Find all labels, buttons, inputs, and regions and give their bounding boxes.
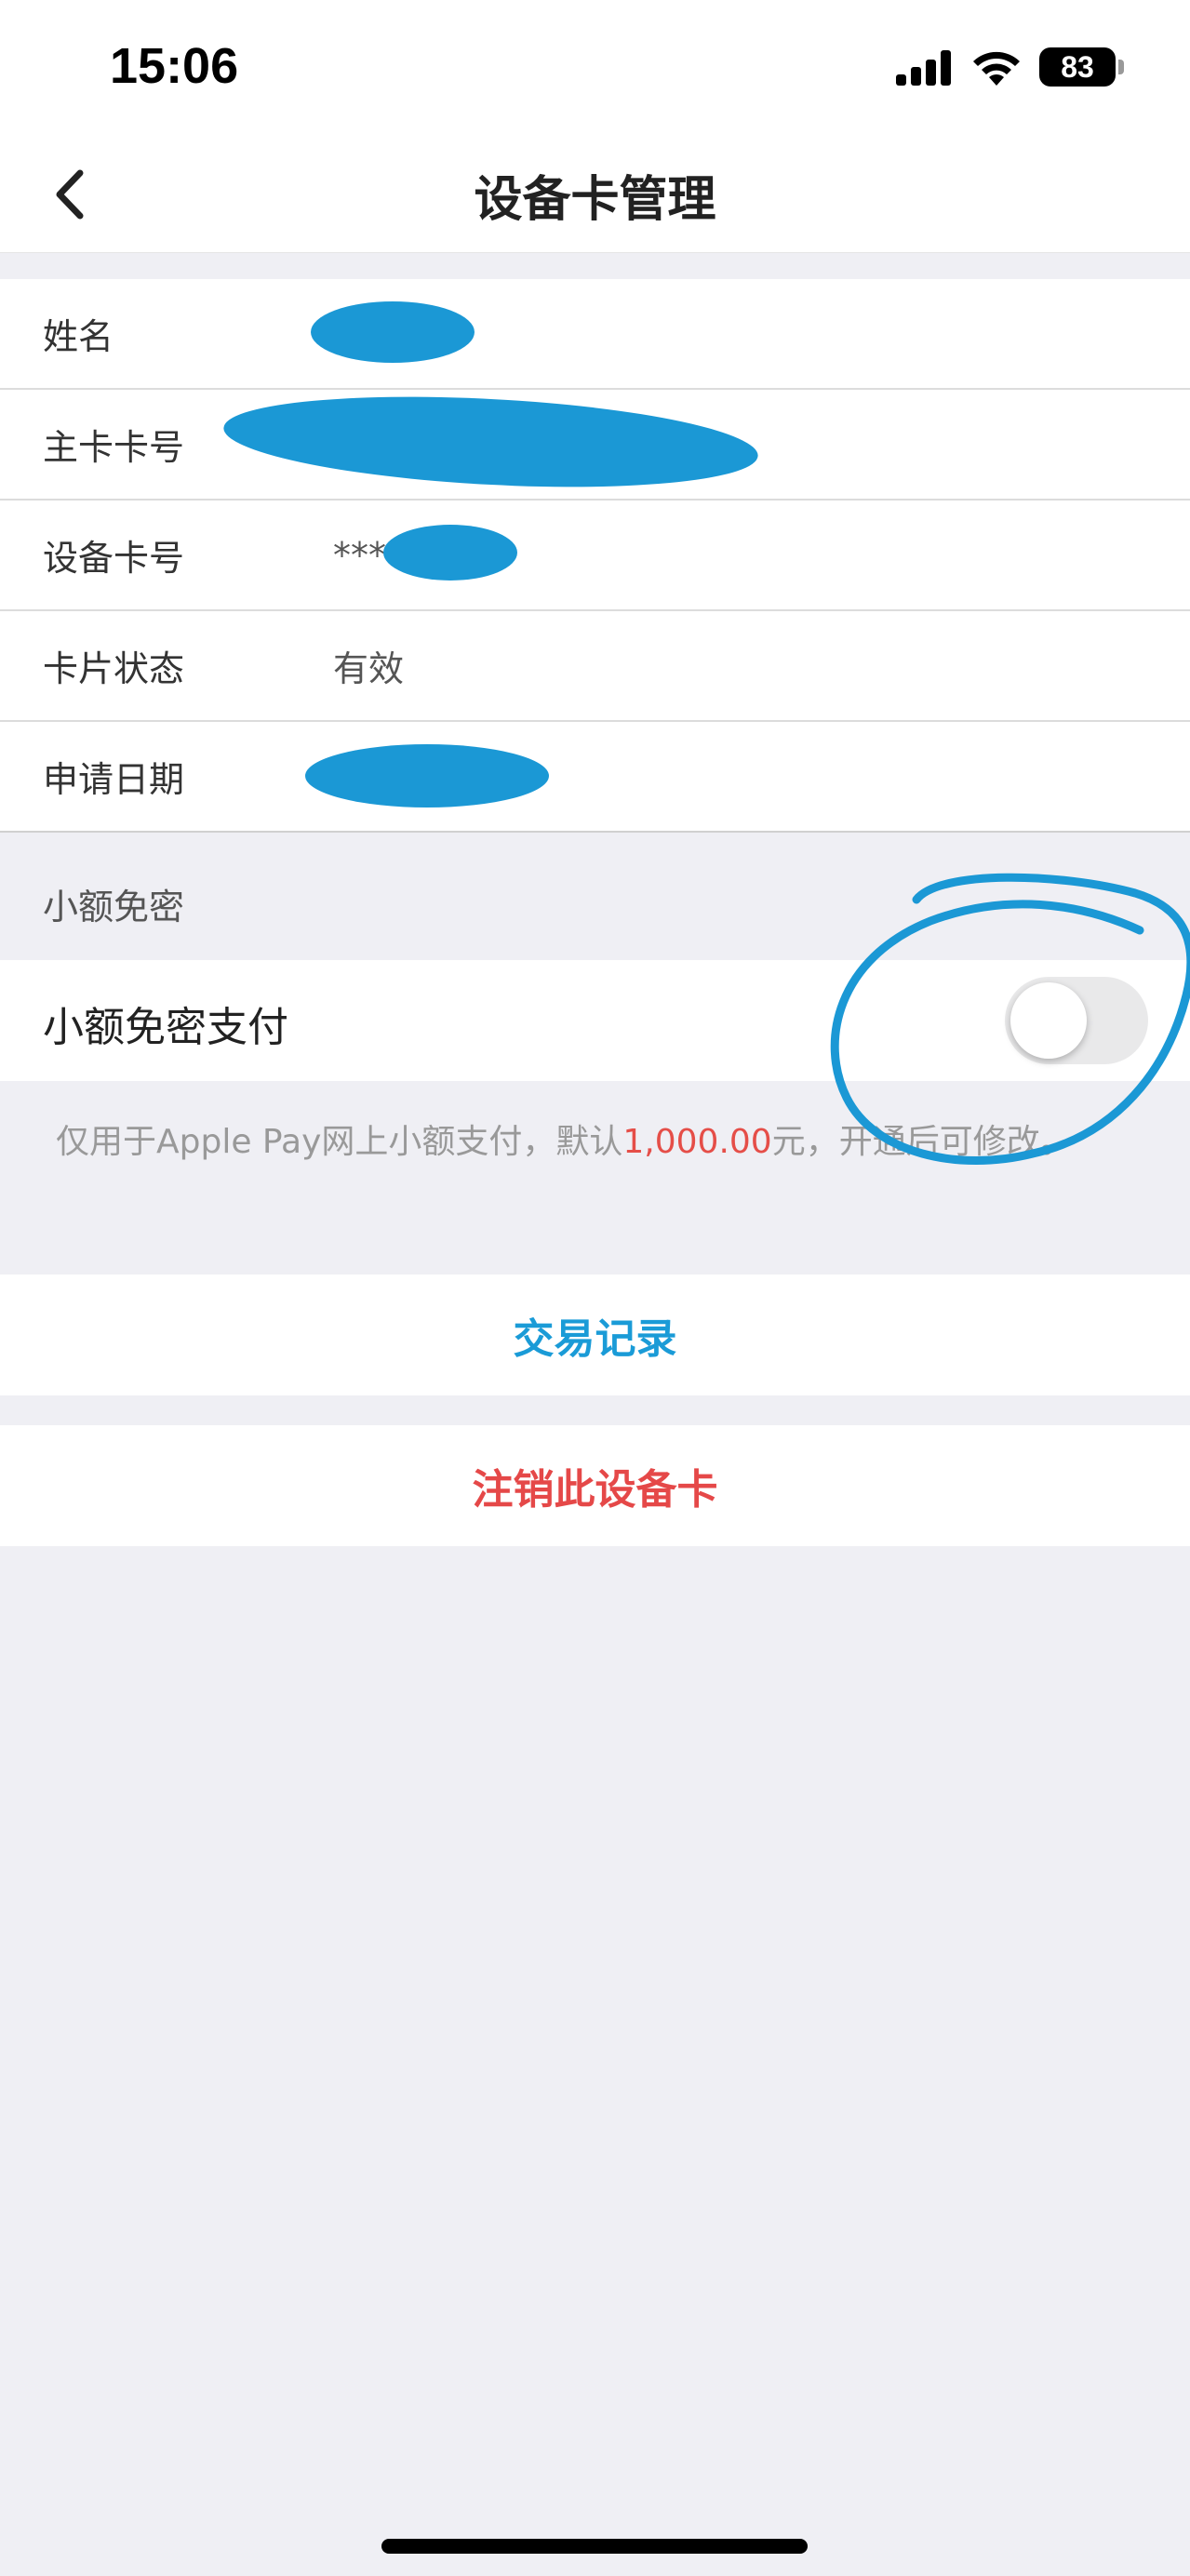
section-header-small-pay: 小额免密 bbox=[43, 887, 185, 928]
redaction-mark bbox=[221, 385, 761, 499]
device-card-label: 设备卡号 bbox=[43, 538, 185, 579]
transaction-records-button[interactable]: 交易记录 bbox=[0, 1275, 1190, 1395]
cancel-device-card-button[interactable]: 注销此设备卡 bbox=[0, 1425, 1190, 1546]
nav-bar: 设备卡管理 bbox=[0, 140, 1190, 253]
status-label: 卡片状态 bbox=[43, 648, 185, 689]
cellular-signal-icon bbox=[896, 48, 954, 86]
wifi-icon bbox=[973, 51, 1020, 86]
toggle-knob bbox=[1010, 982, 1087, 1059]
page-title: 设备卡管理 bbox=[474, 172, 716, 228]
battery-level: 83 bbox=[1061, 49, 1094, 84]
status-icons: 83 bbox=[896, 45, 1124, 89]
small-pay-hint: 仅用于Apple Pay网上小额支付，默认1,000.00元，开通后可修改。 bbox=[56, 1114, 1074, 1163]
info-row-main-card: 主卡卡号 bbox=[0, 385, 1190, 501]
home-indicator bbox=[381, 2539, 808, 2554]
apply-date-label: 申请日期 bbox=[43, 759, 185, 800]
name-label: 姓名 bbox=[43, 316, 114, 357]
small-pay-toggle-label: 小额免密支付 bbox=[43, 1004, 288, 1051]
info-row-apply-date: 申请日期 bbox=[0, 722, 1190, 833]
status-bar: 15:06 83 bbox=[0, 0, 1190, 140]
info-row-device-card: *** 设备卡号 bbox=[0, 501, 1190, 611]
hint-prefix: 仅用于Apple Pay网上小额支付，默认 bbox=[56, 1123, 623, 1161]
status-value: 有效 bbox=[333, 648, 405, 689]
main-card-label: 主卡卡号 bbox=[43, 427, 185, 468]
device-card-value: *** bbox=[333, 534, 386, 576]
card-info-list: 姓名 主卡卡号 *** 设备卡号 卡片状态 有效 申请日期 bbox=[0, 279, 1190, 833]
redaction-mark bbox=[383, 525, 517, 581]
small-pay-toggle-row: 小额免密支付 bbox=[0, 960, 1190, 1081]
small-pay-toggle[interactable] bbox=[1005, 977, 1148, 1064]
redaction-mark bbox=[305, 744, 549, 808]
battery-icon: 83 bbox=[1039, 47, 1124, 87]
hint-suffix: 元，开通后可修改。 bbox=[771, 1123, 1074, 1161]
redaction-mark bbox=[311, 301, 475, 363]
hint-amount: 1,000.00 bbox=[622, 1123, 772, 1161]
status-time: 15:06 bbox=[110, 38, 239, 94]
info-row-name: 姓名 bbox=[0, 279, 1190, 390]
info-row-status: 卡片状态 有效 bbox=[0, 611, 1190, 722]
